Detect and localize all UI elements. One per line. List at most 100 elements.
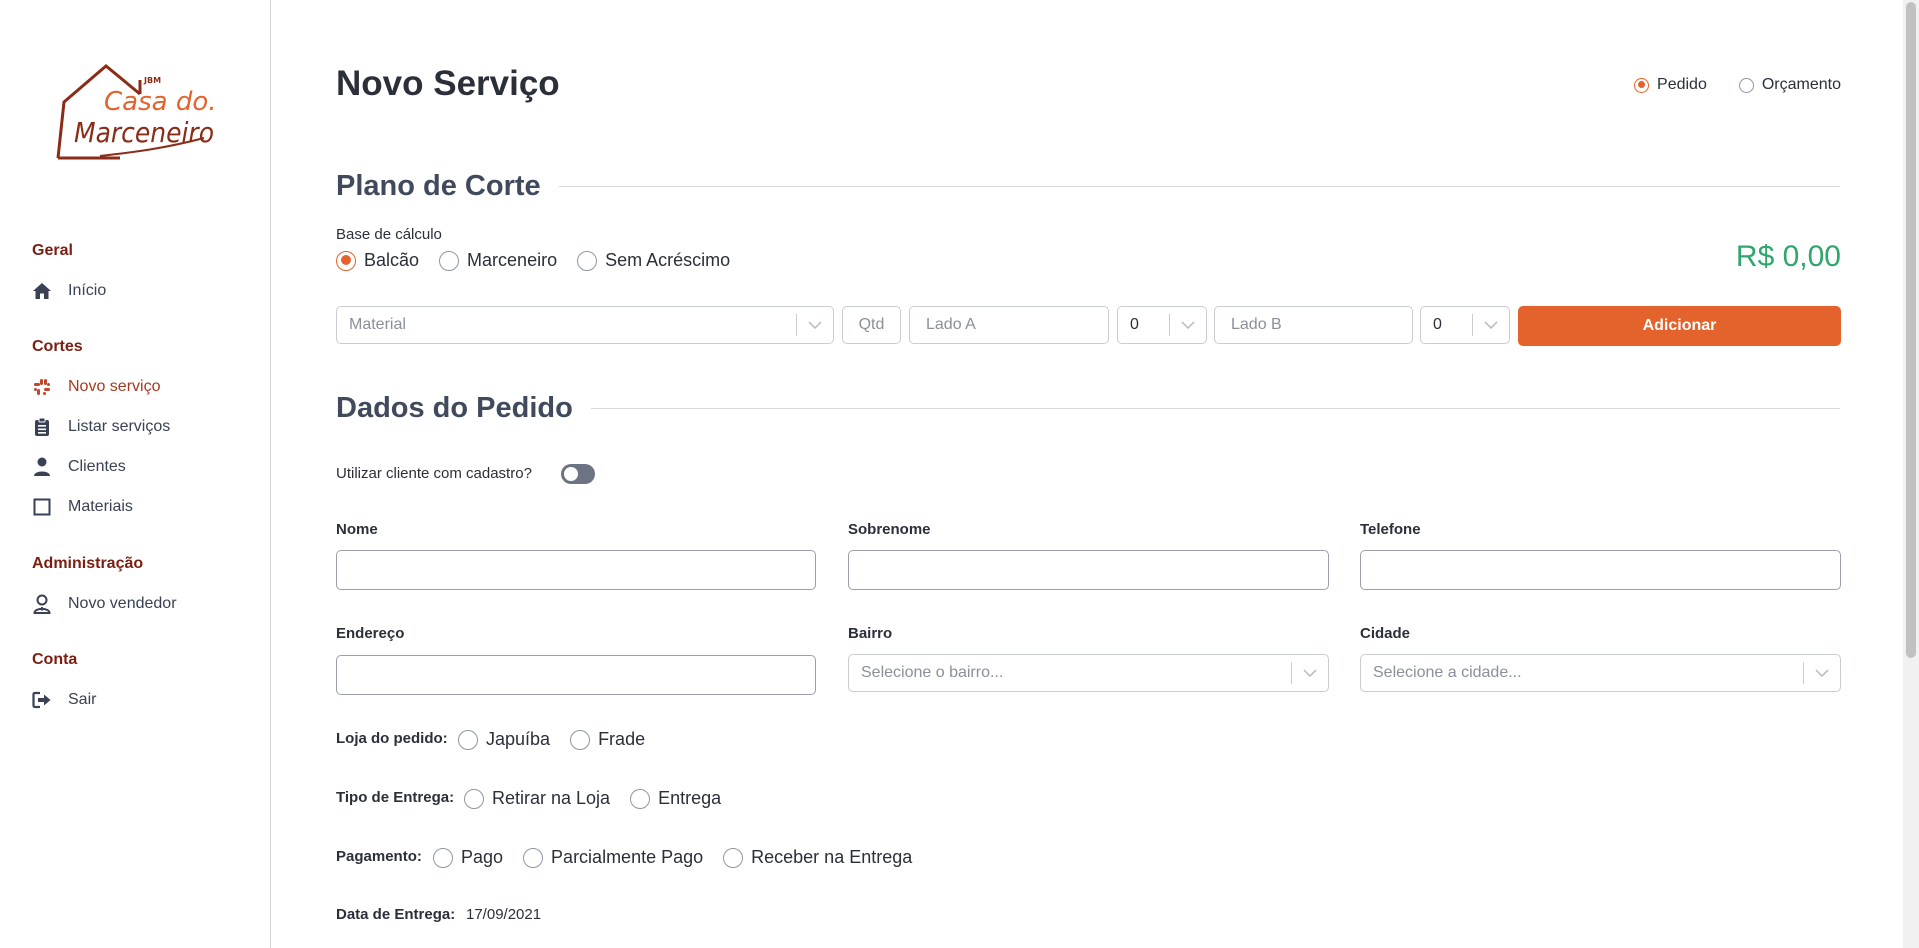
base-calculo-label: Base de cálculo [336, 226, 442, 243]
sidebar-item-listar-servicos[interactable]: Listar serviços [32, 415, 170, 439]
sidebar-item-materiais[interactable]: Materiais [32, 495, 133, 519]
radio-circle [570, 729, 591, 750]
base-calculo-options: Balcão Marceneiro Sem Acréscimo [336, 250, 750, 271]
logo-line2: Marceneiro [74, 116, 214, 149]
sidebar-item-label: Novo serviço [68, 378, 161, 395]
radio-dot [1738, 77, 1754, 93]
sidebar-item-label: Materiais [68, 498, 133, 515]
radio-label: Balcão [364, 250, 420, 270]
sidebar-item-sair[interactable]: Sair [32, 688, 96, 712]
user-icon [32, 457, 52, 477]
bairro-placeholder: Selecione o bairro... [861, 664, 1004, 681]
logo-house-icon: JBM Casa do. Marceneiro [56, 64, 217, 160]
sidebar-item-label: Início [68, 282, 107, 299]
section-plano-de-corte: Plano de Corte [336, 170, 1840, 203]
cidade-placeholder: Selecione a cidade... [1373, 664, 1522, 681]
sidebar-item-novo-vendedor[interactable]: Novo vendedor [32, 592, 177, 616]
telefone-label: Telefone [1360, 521, 1421, 538]
main-content: Novo Serviço Pedido Orçamento Plano de C… [272, 0, 1903, 948]
qtd-input[interactable]: Qtd [842, 306, 901, 344]
nome-input[interactable] [336, 550, 816, 590]
bairro-select[interactable]: Selecione o bairro... [848, 654, 1329, 692]
radio-label: Entrega [658, 788, 722, 808]
material-select[interactable]: Material [336, 306, 834, 344]
nav-section-cortes: Cortes [32, 338, 83, 355]
radio-parcialmente-pago[interactable]: Parcialmente Pago [523, 847, 703, 868]
vertical-scrollbar[interactable] [1903, 0, 1919, 948]
lado-b-edge-value: 0 [1433, 316, 1442, 333]
radio-dot [1634, 77, 1650, 93]
lado-b-placeholder: Lado B [1231, 316, 1282, 333]
sidebar-item-novo-servico[interactable]: Novo serviço [32, 375, 160, 399]
app-root: JBM Casa do. Marceneiro Geral Início Cor… [0, 0, 1919, 948]
service-type-toggle: Pedido Orçamento [1634, 76, 1841, 94]
chevron-down-icon [1292, 669, 1328, 677]
user-tie-icon [32, 594, 52, 614]
cliente-cadastro-switch[interactable] [561, 464, 595, 484]
radio-circle [523, 847, 544, 868]
section-dados-do-pedido: Dados do Pedido [336, 392, 1840, 425]
radio-pago[interactable]: Pago [433, 847, 503, 868]
sidebar-item-clientes[interactable]: Clientes [32, 455, 126, 479]
telefone-input[interactable] [1360, 550, 1841, 590]
logo-jbm: JBM [143, 76, 161, 85]
chevron-down-icon [1170, 321, 1206, 329]
entrega-label: Tipo de Entrega: [336, 789, 455, 806]
data-entrega-label: Data de Entrega: [336, 906, 456, 923]
sidebar-item-label: Novo vendedor [68, 595, 177, 612]
radio-balcao[interactable]: Balcão [336, 250, 419, 271]
lado-a-edge-value: 0 [1130, 316, 1139, 333]
radio-circle [630, 788, 651, 809]
cidade-label: Cidade [1360, 625, 1411, 642]
radio-label: Frade [598, 729, 646, 749]
sidebar-item-label: Clientes [68, 458, 126, 475]
sidebar-item-inicio[interactable]: Início [32, 279, 106, 303]
section-divider [590, 408, 1840, 409]
lado-a-input[interactable]: Lado A [909, 306, 1109, 344]
radio-circle [439, 250, 460, 271]
radio-label: Pedido [1657, 76, 1707, 93]
brand-logo[interactable]: JBM Casa do. Marceneiro [56, 62, 222, 162]
radio-circle [458, 729, 478, 750]
lado-a-edge-select[interactable]: 0 [1117, 306, 1207, 344]
pagamento-options: Pago Parcialmente Pago Receber na Entreg… [433, 847, 932, 868]
scrollbar-thumb[interactable] [1906, 2, 1916, 658]
radio-label: Japuíba [486, 729, 551, 749]
radio-sem-acrescimo[interactable]: Sem Acréscimo [577, 250, 730, 271]
sidebar: JBM Casa do. Marceneiro Geral Início Cor… [0, 0, 271, 948]
radio-label: Orçamento [1761, 76, 1841, 93]
home-icon [32, 281, 52, 301]
nome-label: Nome [336, 521, 378, 538]
radio-circle [723, 847, 744, 868]
cidade-select[interactable]: Selecione a cidade... [1360, 654, 1841, 692]
grid-icon [32, 377, 52, 397]
sobrenome-input[interactable] [848, 550, 1329, 590]
square-icon [32, 497, 52, 517]
section-title: Plano de Corte [336, 170, 541, 202]
radio-label: Marceneiro [467, 250, 558, 270]
radio-label: Pago [461, 847, 504, 867]
radio-entrega[interactable]: Entrega [630, 788, 721, 809]
lado-b-input[interactable]: Lado B [1214, 306, 1413, 344]
add-button[interactable]: Adicionar [1518, 306, 1841, 346]
entrega-options: Retirar na Loja Entrega [464, 788, 741, 809]
sidebar-item-label: Sair [68, 691, 97, 708]
radio-marceneiro[interactable]: Marceneiro [439, 250, 557, 271]
lado-b-edge-select[interactable]: 0 [1420, 306, 1510, 344]
loja-label: Loja do pedido: [336, 730, 448, 747]
logo-line1: Casa do. [104, 87, 217, 117]
loja-options: Japuíba Frade [458, 729, 665, 750]
endereco-input[interactable] [336, 655, 816, 695]
radio-receber-na-entrega[interactable]: Receber na Entrega [723, 847, 912, 868]
section-title: Dados do Pedido [336, 392, 573, 424]
data-entrega-value[interactable]: 17/09/2021 [466, 906, 541, 923]
radio-japuiba[interactable]: Japuíba [458, 729, 550, 750]
radio-orcamento[interactable]: Orçamento [1738, 76, 1841, 94]
section-divider [558, 186, 1840, 187]
chevron-down-icon [797, 321, 833, 329]
radio-retirar-na-loja[interactable]: Retirar na Loja [464, 788, 610, 809]
radio-pedido[interactable]: Pedido [1634, 76, 1707, 94]
pagamento-label: Pagamento: [336, 848, 422, 865]
radio-frade[interactable]: Frade [570, 729, 645, 750]
sidebar-item-label: Listar serviços [68, 418, 171, 435]
